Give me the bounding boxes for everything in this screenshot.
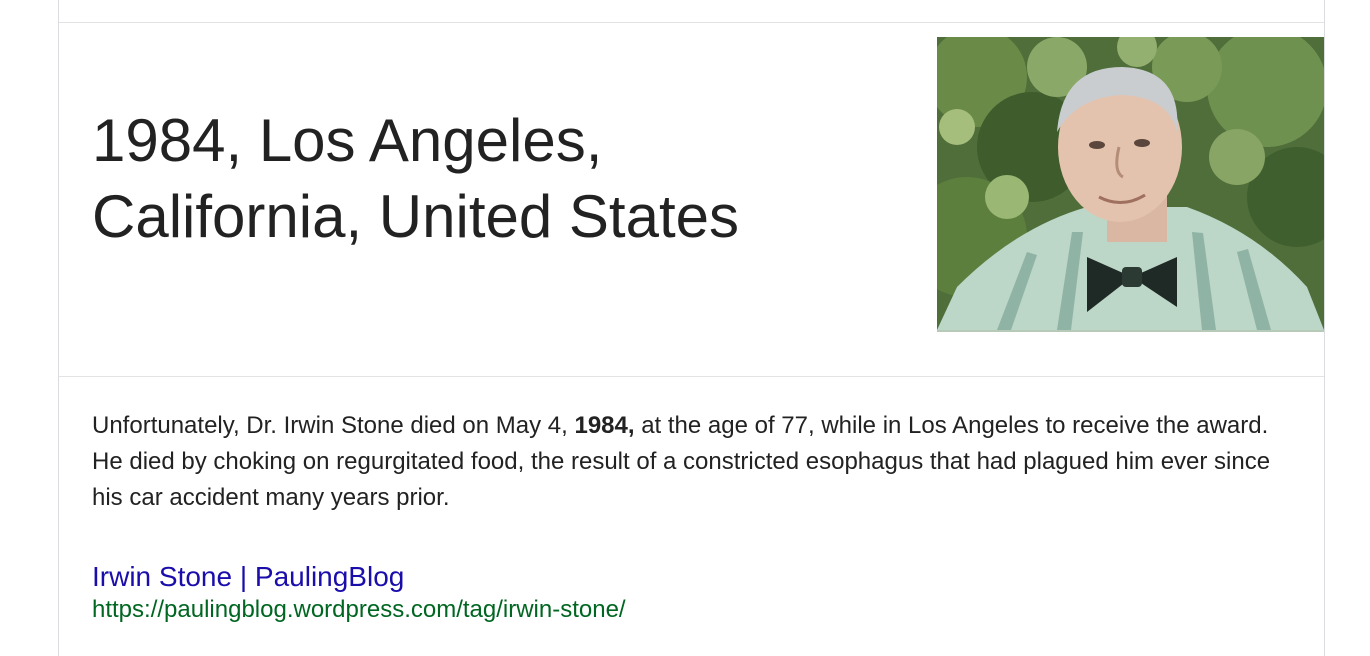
snippet-block: Unfortunately, Dr. Irwin Stone died on M… (92, 408, 1292, 625)
result-title-link[interactable]: Irwin Stone | PaulingBlog (92, 561, 1292, 593)
answer-block: 1984, Los Angeles, California, United St… (59, 23, 1324, 377)
answer-title-line-1: 1984, Los Angeles, (92, 107, 603, 174)
result-url: https://paulingblog.wordpress.com/tag/ir… (92, 596, 626, 623)
snippet-text-before: Unfortunately, Dr. Irwin Stone died on M… (92, 412, 575, 439)
featured-snippet-card: 1984, Los Angeles, California, United St… (58, 0, 1325, 656)
snippet-text: Unfortunately, Dr. Irwin Stone died on M… (92, 408, 1292, 516)
snippet-highlight: 1984, (574, 412, 635, 439)
card-top-strip (59, 0, 1324, 23)
answer-title: 1984, Los Angeles, California, United St… (92, 103, 852, 255)
portrait-image[interactable] (937, 37, 1324, 332)
answer-title-line-2: California, United States (92, 183, 739, 250)
